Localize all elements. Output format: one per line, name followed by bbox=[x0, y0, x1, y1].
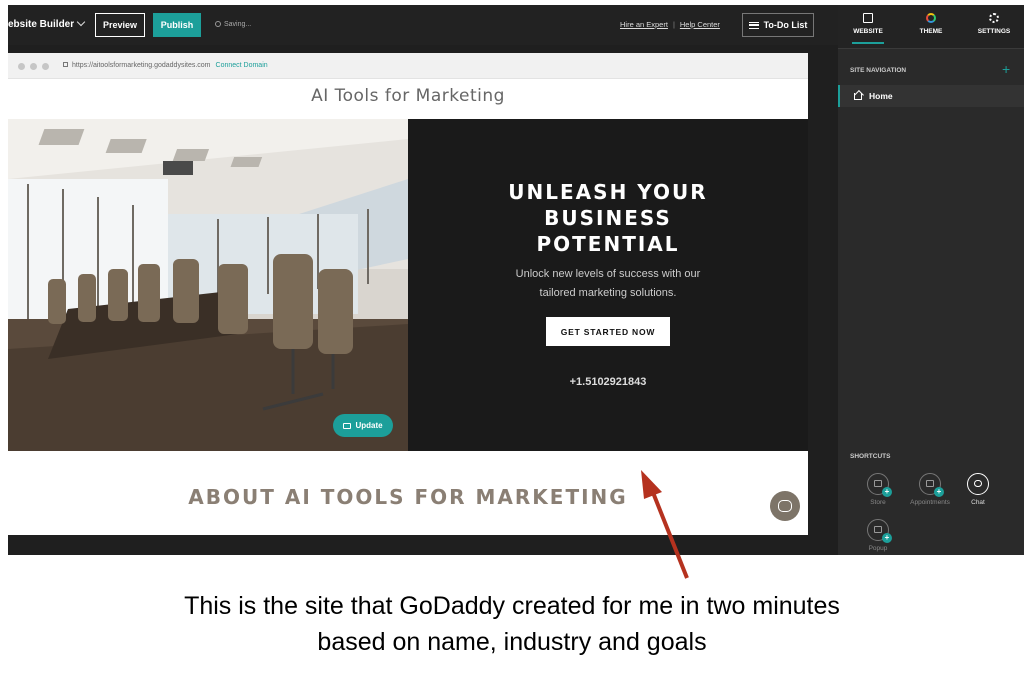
caption-line: This is the site that GoDaddy created fo… bbox=[184, 592, 840, 620]
annotation-arrow bbox=[641, 470, 689, 579]
annotation-caption: This is the site that GoDaddy created fo… bbox=[0, 588, 1024, 660]
caption-line: based on name, industry and goals bbox=[317, 628, 707, 656]
